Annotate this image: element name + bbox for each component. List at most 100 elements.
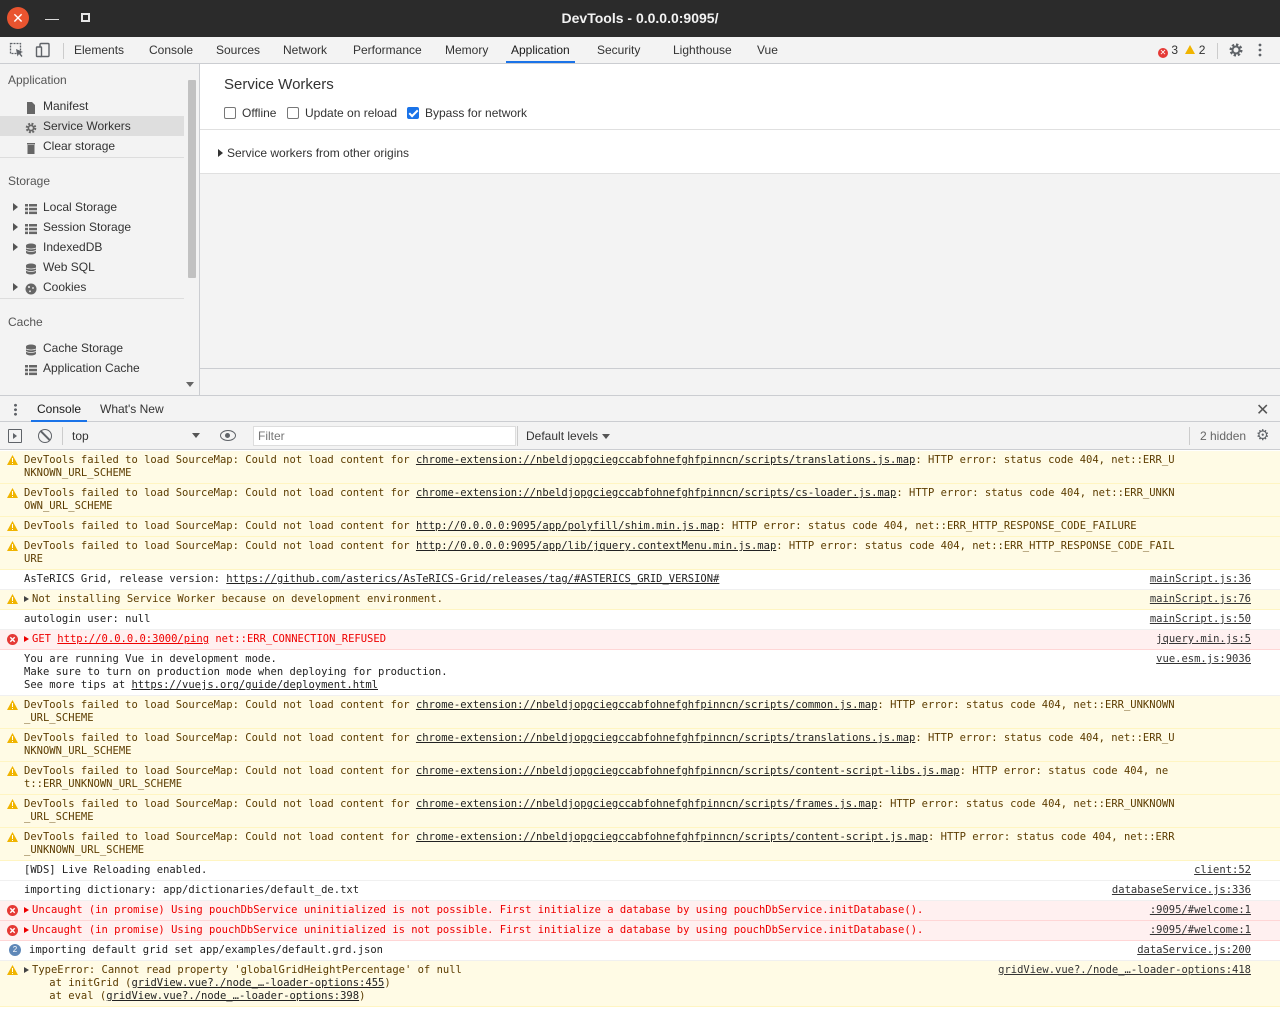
- tab-memory[interactable]: Memory: [443, 37, 490, 63]
- expand-arrow-icon[interactable]: [13, 243, 18, 251]
- sidebar-scrollbar[interactable]: [188, 80, 196, 278]
- message-source-link[interactable]: mainScript.js:36: [1150, 573, 1251, 586]
- sidebar-divider: [0, 298, 184, 299]
- drawer-tab-whats-new[interactable]: What's New: [100, 396, 164, 422]
- message-source-link[interactable]: jquery.min.js:5: [1156, 633, 1251, 646]
- message-text: [WDS] Live Reloading enabled.: [24, 864, 208, 876]
- update-on-reload-checkbox[interactable]: Update on reload: [287, 105, 397, 121]
- console-message-error: Uncaught (in promise) Using pouchDbServi…: [0, 901, 1280, 921]
- context-selector[interactable]: top: [62, 427, 204, 445]
- message-link[interactable]: chrome-extension://nbeldjopgciegccabfohn…: [416, 765, 960, 777]
- tab-sources[interactable]: Sources: [214, 37, 262, 63]
- filter-input[interactable]: [253, 426, 516, 446]
- sidebar-item-web-sql[interactable]: Web SQL: [0, 257, 184, 277]
- toolbar-divider: [1217, 43, 1218, 59]
- tab-elements[interactable]: Elements: [72, 37, 126, 63]
- live-expression-eye-icon[interactable]: [220, 430, 236, 441]
- expand-caret-icon[interactable]: [24, 907, 29, 913]
- issue-counts[interactable]: ✕ 3 2: [1158, 43, 1205, 58]
- sidebar-item-session-storage[interactable]: Session Storage: [0, 217, 184, 237]
- other-origins-label: Service workers from other origins: [227, 146, 410, 160]
- tab-console[interactable]: Console: [147, 37, 195, 63]
- message-link[interactable]: chrome-extension://nbeldjopgciegccabfohn…: [416, 454, 915, 466]
- sidebar-item-application-cache[interactable]: Application Cache: [0, 358, 184, 378]
- bypass-for-network-checkbox[interactable]: Bypass for network: [407, 105, 527, 121]
- message-link[interactable]: http://0.0.0.0:3000/ping: [57, 633, 209, 645]
- message-link[interactable]: chrome-extension://nbeldjopgciegccabfohn…: [416, 487, 896, 499]
- tab-lighthouse[interactable]: Lighthouse: [671, 37, 734, 63]
- other-origins-toggle[interactable]: Service workers from other origins: [218, 146, 409, 160]
- expand-arrow-icon[interactable]: [13, 283, 18, 291]
- drawer-tabbar: Console What's New ✕: [0, 395, 1280, 422]
- more-options-icon[interactable]: [1257, 42, 1263, 58]
- expand-arrow-icon[interactable]: [13, 203, 18, 211]
- chevron-down-icon: [602, 434, 611, 439]
- sidebar-item-cache-storage[interactable]: Cache Storage: [0, 338, 184, 358]
- checkbox-box[interactable]: [224, 107, 236, 119]
- expand-arrow-icon[interactable]: [13, 223, 18, 231]
- tab-application[interactable]: Application: [506, 37, 575, 63]
- message-source-link[interactable]: vue.esm.js:9036: [1156, 653, 1251, 666]
- log-levels-dropdown[interactable]: Default levels: [517, 426, 611, 446]
- settings-gear-icon[interactable]: [1228, 42, 1244, 58]
- inspect-element-icon[interactable]: [9, 42, 25, 58]
- message-source-link[interactable]: client:52: [1194, 864, 1251, 877]
- message-source-link[interactable]: gridView.vue?./node_…-loader-options:418: [998, 964, 1251, 977]
- drawer-tab-console[interactable]: Console: [31, 396, 88, 422]
- show-sidebar-icon[interactable]: [8, 429, 22, 443]
- scroll-down-arrow-icon[interactable]: [186, 382, 194, 387]
- sidebar-item-label: Session Storage: [43, 220, 132, 234]
- clear-console-icon[interactable]: [38, 429, 52, 443]
- sidebar-item-local-storage[interactable]: Local Storage: [0, 197, 184, 217]
- tab-network[interactable]: Network: [281, 37, 329, 63]
- message-source-link[interactable]: :9095/#welcome:1: [1150, 904, 1251, 917]
- sidebar-item-service-workers[interactable]: Service Workers: [0, 116, 184, 136]
- message-link[interactable]: chrome-extension://nbeldjopgciegccabfohn…: [416, 732, 915, 744]
- message-text-after: ): [359, 990, 366, 1002]
- message-text: DevTools failed to load SourceMap: Could…: [24, 520, 416, 532]
- sidebar-item-cookies[interactable]: Cookies: [0, 277, 184, 297]
- expand-caret-icon[interactable]: [24, 596, 29, 602]
- message-source-link[interactable]: databaseService.js:336: [1112, 884, 1251, 897]
- sidebar-item-label: Cookies: [43, 280, 87, 294]
- database-icon: [25, 342, 37, 356]
- drawer-menu-icon[interactable]: [14, 403, 17, 416]
- sidebar-item-manifest[interactable]: Manifest: [0, 96, 184, 116]
- expand-caret-icon[interactable]: [24, 967, 29, 973]
- message-link[interactable]: gridView.vue?./node_…-loader-options:455: [131, 977, 384, 989]
- tab-performance[interactable]: Performance: [351, 37, 424, 63]
- message-link[interactable]: http://0.0.0.0:9095/app/lib/jquery.conte…: [416, 540, 776, 552]
- checkbox-box-checked[interactable]: [407, 107, 419, 119]
- sidebar-item-label: Clear storage: [43, 139, 116, 153]
- expand-caret-icon[interactable]: [24, 636, 29, 642]
- checkbox-label: Offline: [242, 106, 277, 120]
- message-source-link[interactable]: :9095/#welcome:1: [1150, 924, 1251, 937]
- tab-security[interactable]: Security: [595, 37, 642, 63]
- sidebar-item-label: Service Workers: [43, 119, 131, 133]
- sidebar-item-clear-storage[interactable]: Clear storage: [0, 136, 184, 156]
- tab-vue[interactable]: Vue: [755, 37, 780, 63]
- offline-checkbox[interactable]: Offline: [224, 105, 276, 121]
- message-source-link[interactable]: mainScript.js:76: [1150, 593, 1251, 606]
- message-link[interactable]: https://github.com/asterics/AsTeRICS-Gri…: [226, 573, 719, 585]
- message-link[interactable]: https://vuejs.org/guide/deployment.html: [131, 679, 378, 691]
- expand-caret-icon[interactable]: [24, 927, 29, 933]
- message-link[interactable]: gridView.vue?./node_…-loader-options:398: [106, 990, 359, 1002]
- table-grid-icon: [25, 362, 37, 376]
- sidebar-item-indexeddb[interactable]: IndexedDB: [0, 237, 184, 257]
- console-message-warning: DevTools failed to load SourceMap: Could…: [0, 729, 1280, 762]
- message-link[interactable]: http://0.0.0.0:9095/app/polyfill/shim.mi…: [416, 520, 719, 532]
- message-link[interactable]: chrome-extension://nbeldjopgciegccabfohn…: [416, 699, 877, 711]
- console-settings-gear-icon[interactable]: ⚙: [1256, 428, 1269, 443]
- console-message-info: autologin user: null mainScript.js:50: [0, 610, 1280, 630]
- message-link[interactable]: chrome-extension://nbeldjopgciegccabfohn…: [416, 831, 928, 843]
- message-source-link[interactable]: dataService.js:200: [1137, 944, 1251, 957]
- device-toolbar-icon[interactable]: [35, 42, 51, 58]
- drawer-close-icon[interactable]: ✕: [1256, 400, 1269, 420]
- table-grid-icon: [25, 201, 37, 215]
- message-source-link[interactable]: mainScript.js:50: [1150, 613, 1251, 626]
- message-link[interactable]: chrome-extension://nbeldjopgciegccabfohn…: [416, 798, 877, 810]
- checkbox-box[interactable]: [287, 107, 299, 119]
- console-message-warning: TypeError: Cannot read property 'globalG…: [0, 961, 1280, 1007]
- document-icon: [25, 100, 37, 114]
